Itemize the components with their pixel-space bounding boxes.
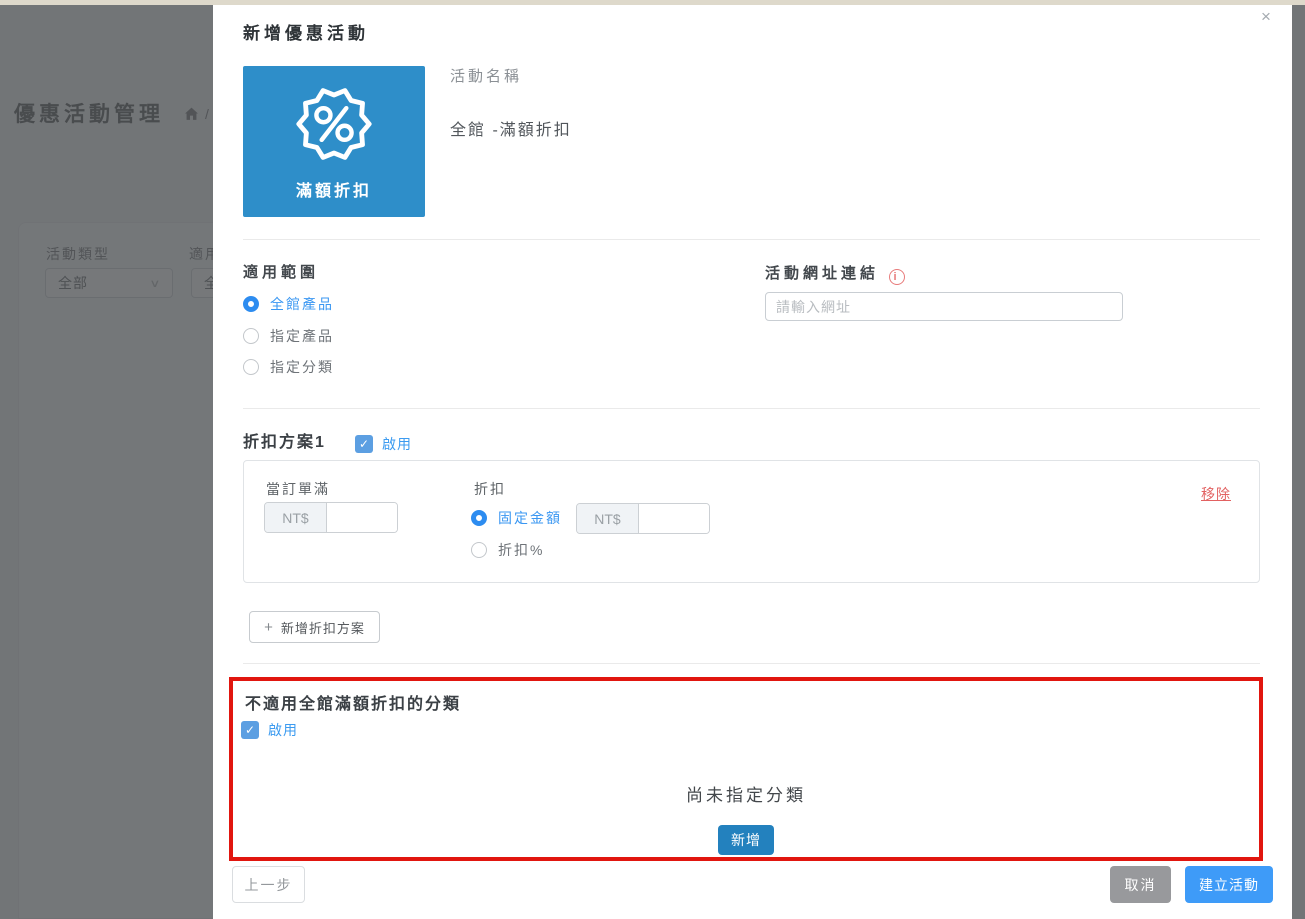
radio-label: 固定金額 <box>498 508 562 528</box>
cancel-button[interactable]: 取消 <box>1110 866 1171 903</box>
scope-option-all-products[interactable]: 全館產品 <box>243 294 334 314</box>
top-page-strip <box>0 0 1305 5</box>
discount-amount-group: NT$ <box>576 503 710 534</box>
promotion-type-tile[interactable]: 滿額折扣 <box>243 66 425 217</box>
threshold-input-group: NT$ <box>264 502 398 533</box>
modal-title: 新增優惠活動 <box>243 19 369 44</box>
badge-percent-icon <box>290 80 378 168</box>
url-heading: 活動網址連結 i <box>765 262 905 285</box>
threshold-input[interactable] <box>327 503 397 532</box>
divider <box>243 239 1260 240</box>
activity-name-label: 活動名稱 <box>450 65 522 86</box>
add-plan-label: 新增折扣方案 <box>281 618 365 637</box>
excluded-enable-label: 啟用 <box>268 720 298 740</box>
plan-enable-label: 啟用 <box>382 434 412 454</box>
info-icon[interactable]: i <box>889 269 905 285</box>
prev-step-button[interactable]: 上一步 <box>232 866 305 903</box>
radio-selected-icon <box>471 510 487 526</box>
radio-label: 指定產品 <box>270 326 334 346</box>
checkbox-check-icon: ✓ <box>241 721 259 739</box>
discount-amount-input[interactable] <box>639 504 709 533</box>
url-heading-text: 活動網址連結 <box>765 265 879 282</box>
excluded-empty-text: 尚未指定分類 <box>233 781 1259 806</box>
radio-icon <box>471 542 487 558</box>
radio-label: 折扣% <box>498 540 544 560</box>
close-icon[interactable]: × <box>1253 5 1279 29</box>
scope-option-specific-products[interactable]: 指定產品 <box>243 326 334 346</box>
scope-heading: 適用範圍 <box>243 261 319 282</box>
scope-option-specific-categories[interactable]: 指定分類 <box>243 357 334 377</box>
discount-option-fixed[interactable]: 固定金額 <box>471 508 562 528</box>
discount-option-percent[interactable]: 折扣% <box>471 540 544 560</box>
radio-label: 指定分類 <box>270 357 334 377</box>
plan-enable-checkbox[interactable]: ✓ 啟用 <box>355 434 412 454</box>
currency-prefix: NT$ <box>265 503 327 532</box>
add-category-button[interactable]: 新增 <box>718 825 774 855</box>
checkbox-check-icon: ✓ <box>355 435 373 453</box>
threshold-label: 當訂單滿 <box>266 479 330 499</box>
remove-plan-link[interactable]: 移除 <box>1201 484 1231 504</box>
divider <box>243 663 1260 664</box>
create-activity-button[interactable]: 建立活動 <box>1185 866 1273 903</box>
activity-name-value: 全館 -滿額折扣 <box>450 116 572 140</box>
tile-label: 滿額折扣 <box>243 177 425 201</box>
add-plan-button[interactable]: + 新增折扣方案 <box>249 611 380 643</box>
excluded-categories-section: 不適用全館滿額折扣的分類 ✓ 啟用 尚未指定分類 新增 <box>229 677 1263 861</box>
radio-selected-icon <box>243 296 259 312</box>
excluded-enable-checkbox[interactable]: ✓ 啟用 <box>241 720 298 740</box>
divider <box>243 408 1260 409</box>
radio-label: 全館產品 <box>270 294 334 314</box>
radio-icon <box>243 359 259 375</box>
excluded-heading: 不適用全館滿額折扣的分類 <box>245 690 461 714</box>
plan-box: 當訂單滿 NT$ 折扣 固定金額 NT$ 折扣% 移除 <box>243 460 1260 583</box>
create-promotion-modal: 新增優惠活動 × 滿額折扣 活動名稱 全館 -滿額折扣 適用範圍 全館產品 指定… <box>213 5 1292 919</box>
url-input[interactable] <box>765 292 1123 321</box>
plus-icon: + <box>264 619 274 636</box>
plan-heading: 折扣方案1 <box>243 428 326 452</box>
discount-label: 折扣 <box>474 479 506 499</box>
radio-icon <box>243 328 259 344</box>
currency-prefix: NT$ <box>577 504 639 533</box>
